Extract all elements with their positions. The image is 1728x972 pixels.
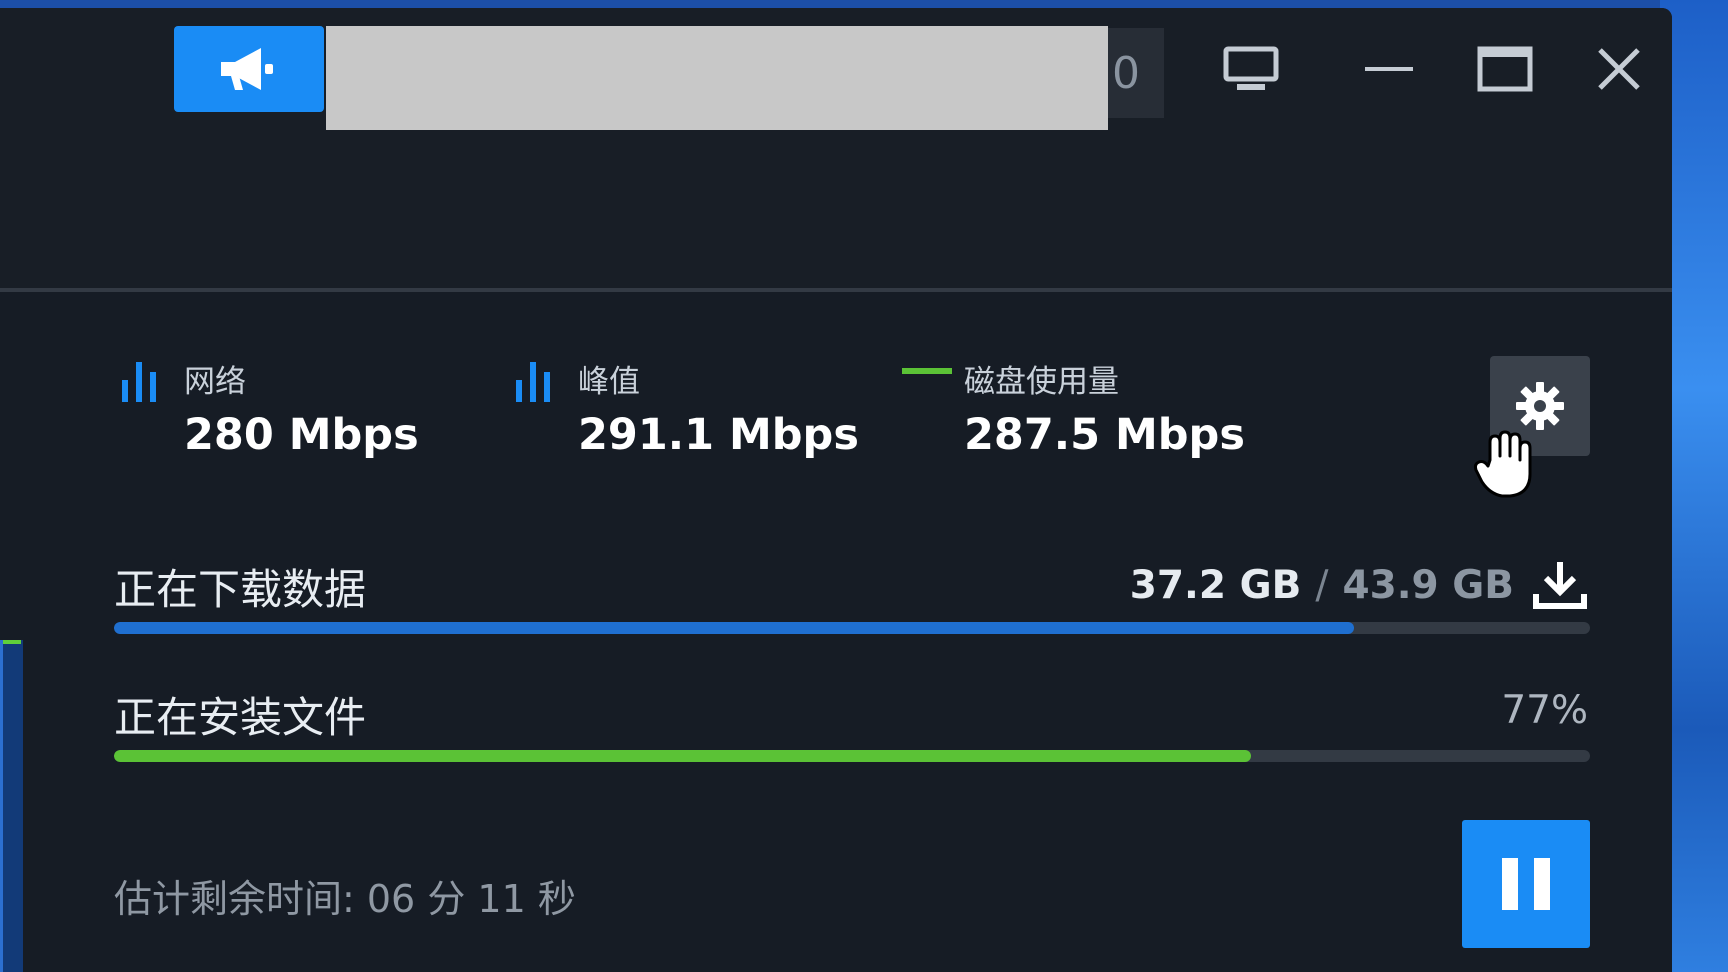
minimize-button[interactable] [1354, 34, 1424, 104]
stat-disk-usage-label: 磁盘使用量 [964, 364, 1119, 400]
redacted-region [326, 26, 1108, 130]
stat-peak-label: 峰值 [578, 364, 640, 400]
bar-chart-icon [516, 362, 550, 402]
install-progress-track [114, 750, 1590, 762]
download-window: 0 网络 280 Mbps 峰值 291.1 Mbps 磁盘使用量 287.5 … [0, 8, 1672, 972]
install-progress-fill [114, 750, 1251, 762]
pause-button[interactable] [1462, 820, 1590, 948]
titlebar-partial-text: 0 [1112, 47, 1140, 99]
eta-text: 估计剩余时间: 06 分 11 秒 [114, 877, 576, 921]
monitor-icon [1223, 46, 1279, 90]
download-progress-fill [114, 622, 1354, 634]
download-progress-track [114, 622, 1590, 634]
titlebar-divider [0, 288, 1672, 292]
stat-disk-usage-value: 287.5 Mbps [964, 410, 1245, 460]
hand-cursor-icon [1472, 430, 1536, 504]
download-total-size: 43.9 GB [1342, 562, 1514, 608]
stat-network-label: 网络 [184, 364, 246, 400]
stat-peak-value: 291.1 Mbps [578, 410, 859, 460]
download-label: 正在下载数据 [114, 565, 367, 614]
maximize-button[interactable] [1470, 34, 1540, 104]
download-icon[interactable] [1532, 560, 1588, 610]
background-window-edge [0, 640, 23, 972]
stat-network-value: 280 Mbps [184, 410, 419, 460]
download-current-size: 37.2 GB [1129, 562, 1302, 608]
line-legend-icon [902, 368, 952, 374]
gear-icon [1516, 382, 1564, 430]
background-window-bar [3, 640, 21, 644]
install-percent: 77% [1501, 688, 1588, 733]
minimize-icon [1365, 67, 1413, 71]
desktop-background-top [0, 0, 1728, 8]
maximize-icon [1477, 46, 1533, 92]
close-icon [1598, 48, 1640, 90]
titlebar-hidden-element: 0 [1108, 28, 1164, 118]
bar-chart-icon [122, 362, 156, 402]
monitor-button[interactable] [1216, 34, 1286, 104]
download-size-separator: / [1315, 562, 1329, 608]
megaphone-icon [221, 48, 273, 90]
pause-icon [1502, 858, 1550, 910]
announcement-button[interactable] [174, 26, 324, 112]
install-label: 正在安装文件 [114, 693, 367, 742]
download-size-info: 37.2 GB / 43.9 GB [1130, 560, 1588, 610]
close-button[interactable] [1584, 34, 1654, 104]
